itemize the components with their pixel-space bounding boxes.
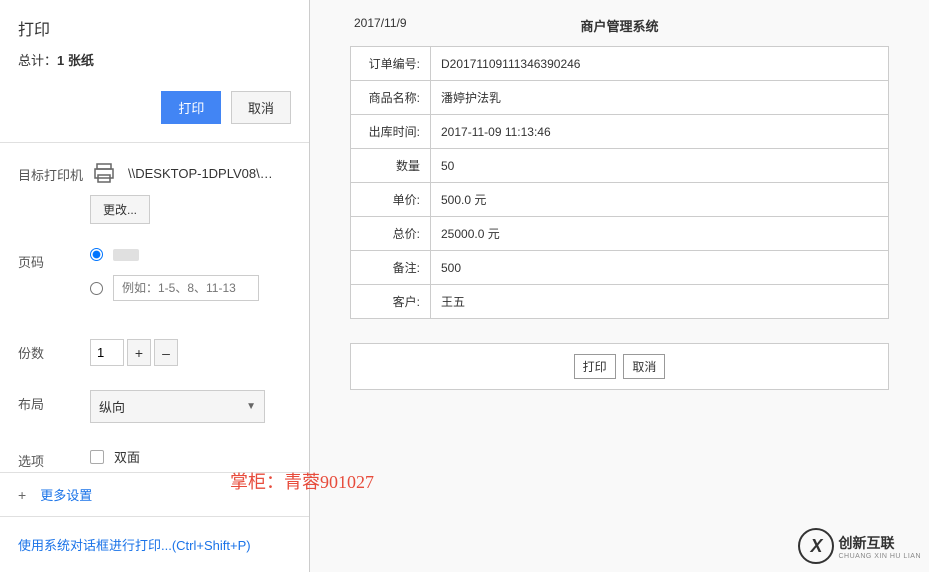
preview-print-button[interactable]: 打印 <box>574 354 616 379</box>
chevron-down-icon: ▼ <box>246 401 256 412</box>
pages-all-radio[interactable] <box>90 248 103 261</box>
page-summary: 总计：1 张纸 <box>18 50 291 69</box>
table-row: 备注:500 <box>351 251 889 285</box>
table-row: 出库时间:2017-11-09 11:13:46 <box>351 115 889 149</box>
table-row: 客户:王五 <box>351 285 889 319</box>
printer-label: 目标打印机 <box>18 161 90 184</box>
pages-all-label <box>113 249 139 261</box>
duplex-label: 双面 <box>114 447 140 466</box>
pages-label: 页码 <box>18 248 90 271</box>
pages-custom-input[interactable] <box>113 275 259 301</box>
plus-icon: + <box>18 487 26 503</box>
brand-logo: X 创新互联 CHUANG XIN HU LIAN <box>798 528 921 564</box>
change-printer-button[interactable]: 更改... <box>90 195 150 224</box>
dialog-title: 打印 <box>18 16 291 40</box>
copies-minus-button[interactable]: – <box>154 339 178 366</box>
table-row: 商品名称:潘婷护法乳 <box>351 81 889 115</box>
preview-cancel-button[interactable]: 取消 <box>623 354 665 379</box>
table-row: 数量50 <box>351 149 889 183</box>
pages-custom-radio[interactable] <box>90 282 103 295</box>
watermark-text: 掌柜：青蓉901027 <box>230 468 374 494</box>
printer-name: \\DESKTOP-1DPLV08\Pa... <box>128 166 278 181</box>
system-dialog-link[interactable]: 使用系统对话框进行打印...(Ctrl+Shift+P) <box>0 517 309 572</box>
table-row: 单价:500.0 元 <box>351 183 889 217</box>
layout-select[interactable]: 纵向 ▼ <box>90 390 265 423</box>
printer-icon <box>90 161 118 185</box>
table-row: 总价:25000.0 元 <box>351 217 889 251</box>
options-label: 选项 <box>18 447 90 470</box>
cancel-button[interactable]: 取消 <box>231 91 291 124</box>
order-table: 订单编号:D20171109111346390246 商品名称:潘婷护法乳 出库… <box>350 46 889 319</box>
preview-date: 2017/11/9 <box>354 16 407 30</box>
copies-label: 份数 <box>18 339 90 362</box>
print-preview-panel: 2017/11/9 商户管理系统 订单编号:D20171109111346390… <box>310 0 929 572</box>
logo-icon: X <box>798 528 834 564</box>
print-button[interactable]: 打印 <box>161 91 221 124</box>
preview-action-row: 打印 取消 <box>350 343 889 390</box>
layout-label: 布局 <box>18 390 90 413</box>
preview-title: 商户管理系统 <box>580 16 658 35</box>
copies-plus-button[interactable]: + <box>127 339 151 366</box>
duplex-checkbox[interactable] <box>90 450 104 464</box>
table-row: 订单编号:D20171109111346390246 <box>351 47 889 81</box>
copies-input[interactable] <box>90 339 124 366</box>
